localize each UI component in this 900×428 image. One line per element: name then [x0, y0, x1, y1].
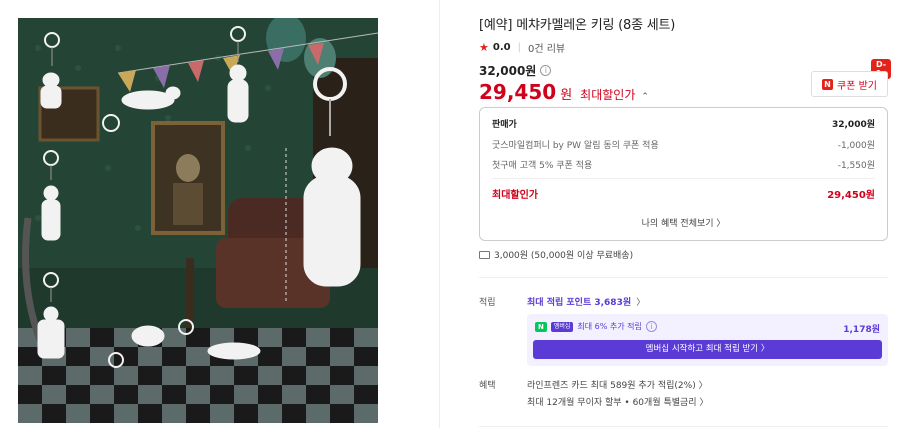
rating-score: 0.0 — [492, 42, 511, 53]
sale-price[interactable]: 29,450 원 최대할인가 ⌃ — [479, 80, 649, 104]
section-divider — [479, 426, 888, 427]
installment-benefit-link[interactable]: 최대 12개월 무이자 할부 • 60개월 특별금리 〉 — [527, 395, 708, 408]
membership-start-button[interactable]: 멤버십 시작하고 최대 적립 받기 〉 — [533, 340, 882, 359]
breakdown-row: 굿스마일컴퍼니 by PW 알림 동의 쿠폰 적용 -1,000원 — [492, 138, 875, 151]
sale-price-number: 29,450 — [479, 80, 557, 104]
breakdown-header-value: 32,000원 — [831, 120, 875, 130]
breakdown-best-label: 최대할인가 — [492, 190, 538, 201]
membership-text: 최대 6% 추가 적립 — [577, 322, 642, 331]
info-icon[interactable]: i — [540, 65, 552, 76]
view-all-benefits-link[interactable]: 나의 혜택 전체보기 〉 — [480, 216, 887, 229]
original-price-value: 32,000원 — [479, 64, 537, 78]
section-divider — [479, 277, 888, 278]
max-points-link[interactable]: 최대 적립 포인트 3,683원 〉 — [527, 295, 645, 308]
shipping-row: 3,000원 (50,000원 이상 무료배송) — [479, 248, 633, 261]
sale-price-unit: 원 — [560, 88, 573, 103]
naver-n-icon: N — [535, 321, 547, 332]
price-breakdown-box: 판매가 32,000원 굿스마일컴퍼니 by PW 알림 동의 쿠폰 적용 -1… — [479, 107, 888, 241]
breakdown-best-value: 29,450원 — [827, 190, 875, 201]
truck-icon — [479, 250, 490, 259]
star-icon: ★ — [479, 41, 489, 54]
review-count[interactable]: 0건 리뷰 — [528, 40, 565, 55]
membership-row: N 멤버십 최대 6% 추가 적립 i — [535, 321, 657, 332]
product-page: [예약] 메챠카멜레온 키링 (8종 세트) ★ 0.0 | 0건 리뷰 32,… — [0, 0, 900, 428]
breakdown-divider — [492, 178, 875, 179]
membership-box: N 멤버십 최대 6% 추가 적립 i 1,178원 멤버십 시작하고 최대 적… — [527, 314, 888, 366]
naver-coupon-icon: N — [822, 78, 833, 90]
info-icon[interactable]: i — [645, 321, 657, 332]
chevron-right-icon: 〉 — [636, 298, 646, 308]
product-title: [예약] 메챠카멜레온 키링 (8종 세트) — [479, 18, 676, 33]
coupon-button[interactable]: N 쿠폰 받기 — [811, 71, 888, 97]
benefits-label: 혜택 — [479, 381, 496, 391]
product-info-panel: [예약] 메챠카멜레온 키링 (8종 세트) ★ 0.0 | 0건 리뷰 32,… — [479, 0, 892, 428]
breakdown-row: 첫구매 고객 5% 쿠폰 적용 -1,550원 — [492, 158, 875, 171]
shipping-text: 3,000원 (50,000원 이상 무료배송) — [494, 251, 634, 261]
breakdown-row-label: 첫구매 고객 5% 쿠폰 적용 — [492, 161, 593, 171]
max-points-text: 최대 적립 포인트 3,683원 — [527, 298, 632, 308]
points-label: 적립 — [479, 298, 496, 308]
original-price: 32,000원 i — [479, 62, 552, 79]
breakdown-row-value: -1,000원 — [837, 141, 875, 151]
breakdown-best-row: 최대할인가 29,450원 — [492, 186, 875, 201]
breakdown-row-value: -1,550원 — [837, 161, 875, 171]
breakdown-header: 판매가 32,000원 — [492, 117, 875, 130]
card-benefit-link[interactable]: 라인프렌즈 카드 최대 589원 추가 적립(2%) 〉 — [527, 378, 708, 391]
membership-value: 1,178원 — [843, 325, 880, 335]
sale-price-label: 최대할인가 — [580, 88, 636, 102]
breakdown-header-label: 판매가 — [492, 120, 517, 130]
keyring-scene-image — [18, 18, 378, 423]
chevron-up-icon[interactable]: ⌃ — [641, 92, 649, 102]
product-photo[interactable] — [18, 18, 378, 423]
rating-divider: | — [517, 42, 521, 53]
membership-badge: 멤버십 — [550, 321, 574, 332]
breakdown-row-label: 굿스마일컴퍼니 by PW 알림 동의 쿠폰 적용 — [492, 141, 659, 151]
product-image-panel — [0, 0, 440, 428]
rating-row[interactable]: ★ 0.0 | 0건 리뷰 — [479, 40, 565, 55]
coupon-button-label: 쿠폰 받기 — [837, 80, 877, 92]
